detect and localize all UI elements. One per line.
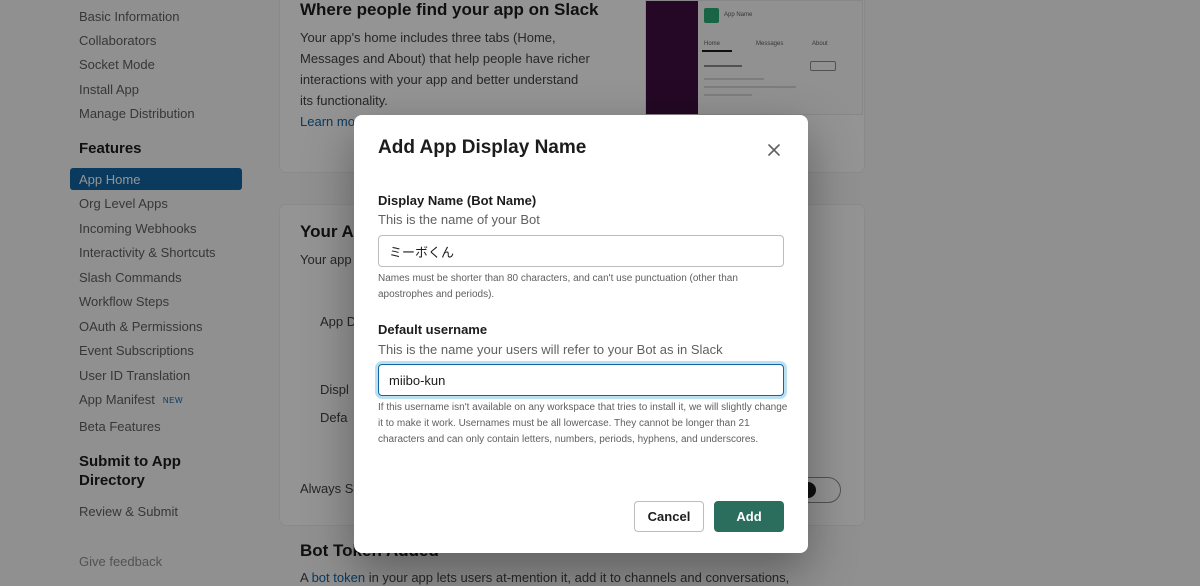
add-button[interactable]: Add [714, 501, 784, 532]
close-button[interactable] [762, 138, 786, 162]
modal-title: Add App Display Name [378, 137, 587, 158]
display-name-help: Names must be shorter than 80 characters… [378, 273, 738, 300]
display-name-label: Display Name (Bot Name) [378, 193, 537, 208]
add-display-name-modal: Add App Display Name Display Name (Bot N… [354, 115, 808, 553]
username-label: Default username [378, 322, 488, 337]
close-icon [768, 144, 780, 156]
cancel-button[interactable]: Cancel [634, 501, 704, 532]
username-input[interactable] [378, 364, 784, 396]
display-name-input[interactable] [378, 235, 784, 267]
username-help: If this username isn't available on any … [378, 402, 788, 445]
username-desc: This is the name your users will refer t… [378, 342, 723, 357]
display-name-desc: This is the name of your Bot [378, 212, 540, 227]
